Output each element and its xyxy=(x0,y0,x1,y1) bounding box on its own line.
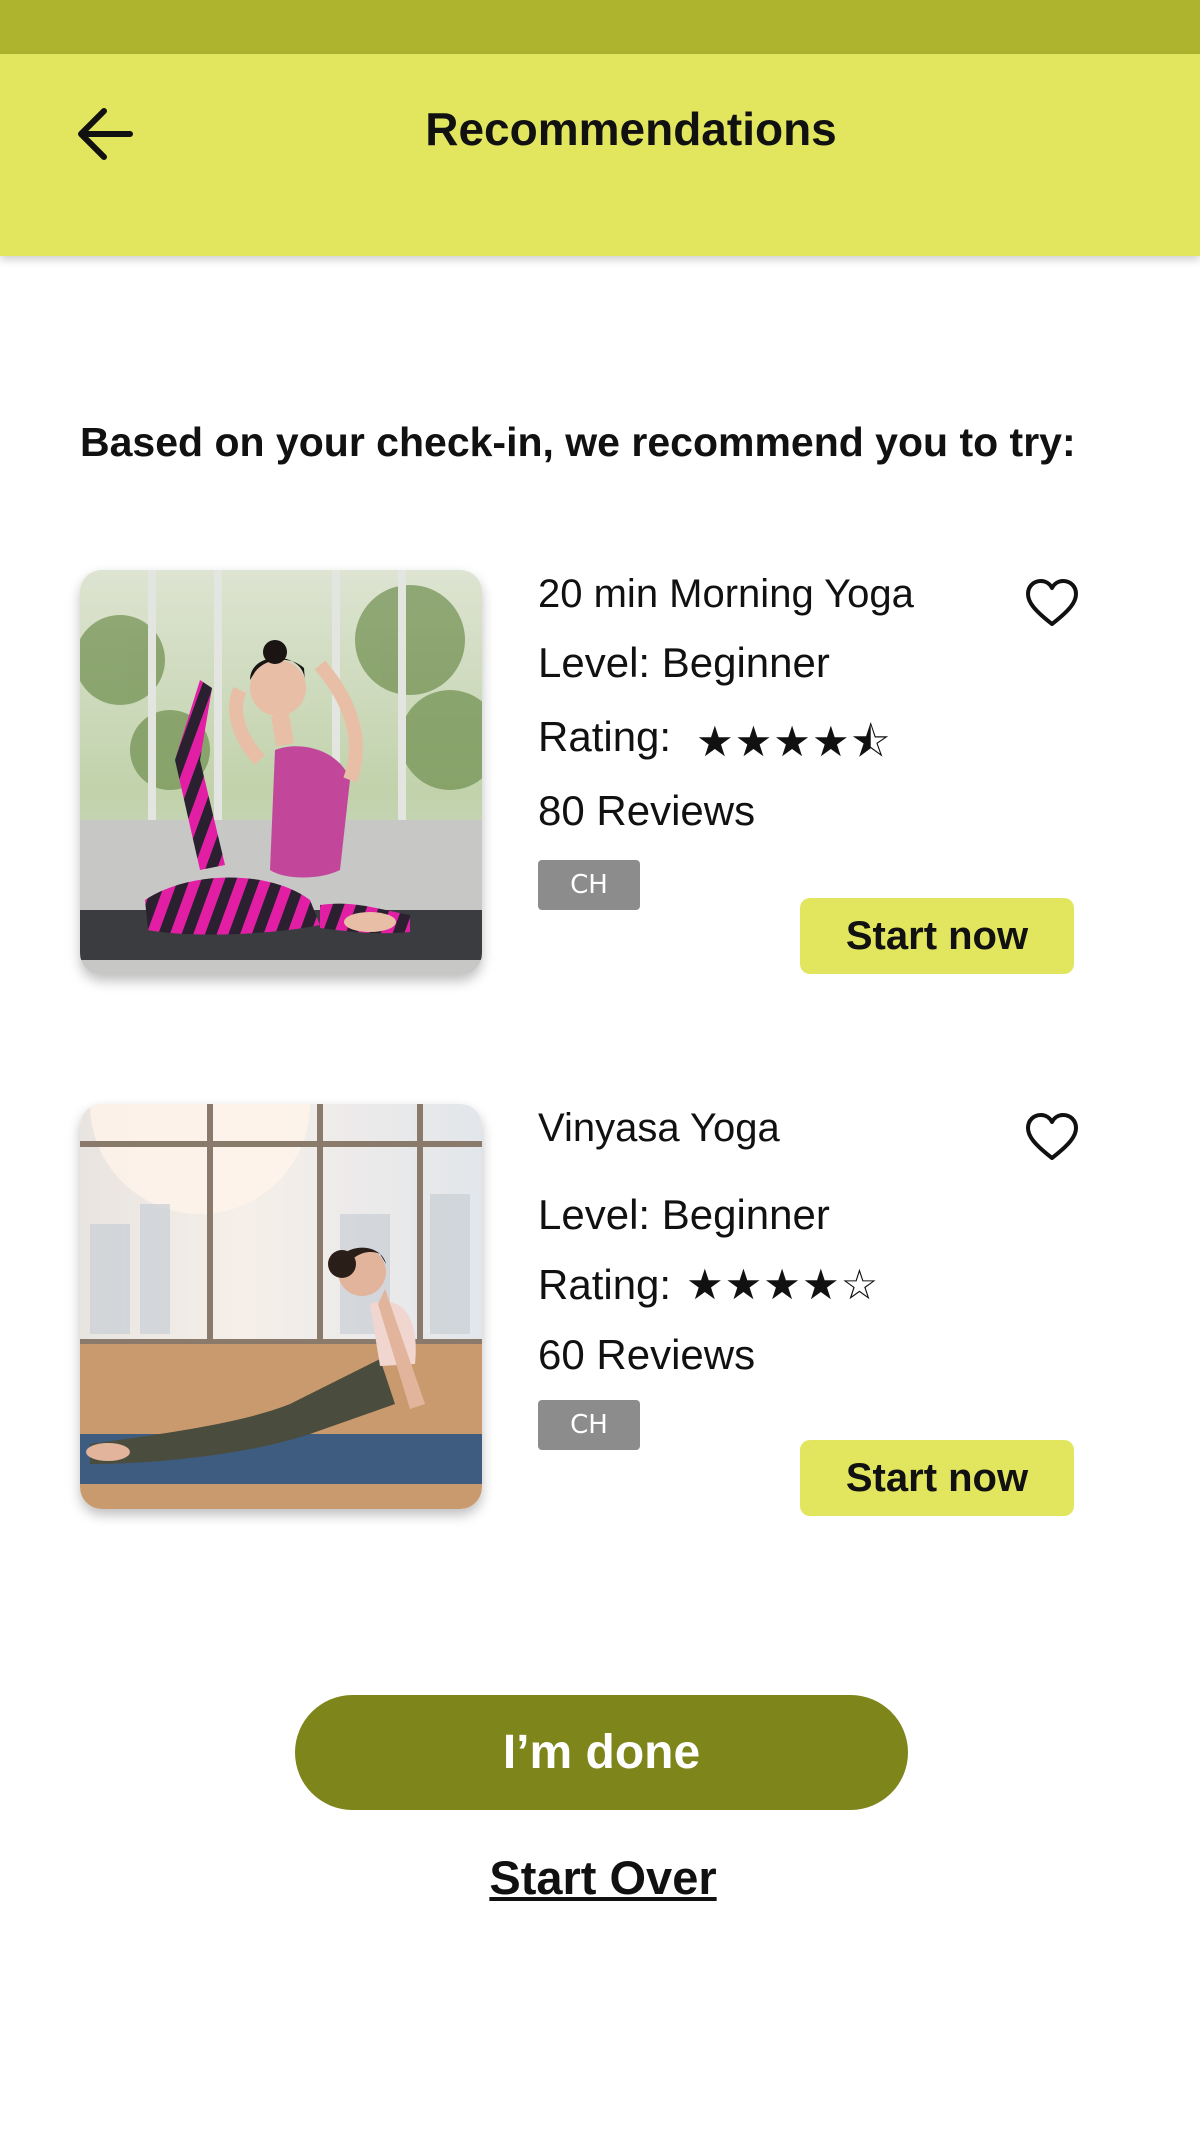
reviews-count: 60 Reviews xyxy=(538,1331,756,1378)
start-now-button[interactable]: Start now xyxy=(800,898,1074,974)
reviews-count: 80 Reviews xyxy=(538,787,756,834)
intro-text: Based on your check-in, we recommend you… xyxy=(80,419,1076,465)
app-bar: Recommendations xyxy=(0,54,1200,256)
rating-label: Rating: xyxy=(538,1261,672,1308)
rating-stars: ★★★★⯪ xyxy=(696,717,892,766)
class-title: Vinyasa Yoga xyxy=(538,1106,780,1150)
done-button[interactable]: I’m done xyxy=(295,1695,908,1810)
rating-stars: ★★★★☆ xyxy=(686,1260,880,1309)
page-title: Recommendations xyxy=(425,103,837,155)
tag-badge: CH xyxy=(538,1400,640,1450)
favorite-button[interactable] xyxy=(1024,1110,1080,1166)
heart-outline-icon xyxy=(1026,1113,1078,1160)
class-title: 20 min Morning Yoga xyxy=(538,572,914,616)
class-level: Level: Beginner xyxy=(538,639,830,686)
start-now-button[interactable]: Start now xyxy=(800,1440,1074,1516)
heart-outline-icon xyxy=(1026,579,1078,626)
status-bar xyxy=(0,0,1200,54)
tag-badge: CH xyxy=(538,860,640,910)
class-level: Level: Beginner xyxy=(538,1191,830,1238)
start-over-link[interactable]: Start Over xyxy=(0,1850,1200,1905)
yoga-class-image[interactable] xyxy=(80,1104,482,1509)
yoga-class-image[interactable] xyxy=(80,570,482,975)
favorite-button[interactable] xyxy=(1024,576,1080,632)
rating-label: Rating: xyxy=(538,713,672,760)
